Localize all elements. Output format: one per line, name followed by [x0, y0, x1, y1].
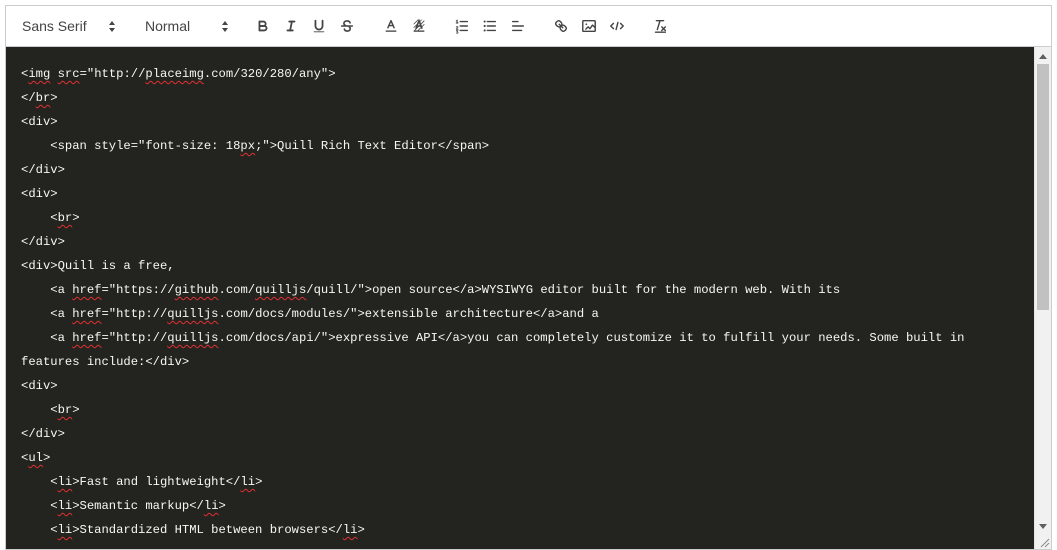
code-line: </div> [21, 235, 65, 249]
code-line: <div>Quill is a free, [21, 259, 175, 273]
code-line: </div> [21, 427, 65, 441]
font-picker[interactable]: Sans Serif [22, 15, 116, 37]
code-line: <li>Semantic markup</li> [21, 499, 226, 513]
size-picker[interactable]: Normal [145, 15, 229, 37]
clear-format-icon [654, 19, 667, 33]
code-line: <a href="https://github.com/quilljs/quil… [21, 283, 841, 297]
editor-toolbar: Sans Serif Normal [6, 6, 1051, 47]
align-left-button[interactable] [508, 16, 528, 36]
html-source-code: <img src="http://placeimg.com/320/280/an… [21, 62, 965, 542]
scroll-thumb[interactable] [1037, 64, 1049, 310]
code-line: </br> [21, 91, 58, 105]
strikethrough-button[interactable] [337, 16, 357, 36]
font-picker-label: Sans Serif [22, 18, 87, 34]
strikethrough-icon [340, 20, 354, 32]
image-button[interactable] [579, 16, 599, 36]
scroll-down-arrow-icon[interactable] [1039, 524, 1047, 529]
code-line: <div> [21, 379, 58, 393]
code-line: </div> [21, 163, 65, 177]
code-line: <a href="http://quilljs.com/docs/modules… [21, 307, 599, 321]
picker-caret-icon [222, 21, 228, 32]
code-line: <ul> [21, 451, 51, 465]
image-icon [582, 19, 596, 33]
code-icon [610, 21, 624, 31]
code-line: <br> [21, 211, 80, 225]
bold-icon [258, 20, 268, 32]
rich-text-editor: Sans Serif Normal <img src="http://place… [5, 5, 1052, 550]
italic-button[interactable] [281, 16, 301, 36]
resize-handle-icon[interactable] [1038, 536, 1050, 548]
code-line: <div> [21, 187, 58, 201]
clear-format-button[interactable] [650, 16, 670, 36]
link-icon [554, 19, 568, 33]
scroll-up-arrow-icon[interactable] [1039, 54, 1047, 59]
bold-button[interactable] [253, 16, 273, 36]
ordered-list-icon [455, 19, 469, 34]
size-picker-label: Normal [145, 18, 191, 34]
text-color-button[interactable] [381, 16, 401, 36]
ordered-list-button[interactable] [452, 16, 472, 36]
code-view-button[interactable] [607, 16, 627, 36]
picker-caret-icon [109, 21, 115, 32]
code-line: <div> [21, 115, 58, 129]
highlight-button[interactable] [409, 16, 429, 36]
code-line: <li>Fast and lightweight</li> [21, 475, 263, 489]
vertical-scrollbar[interactable] [1034, 47, 1051, 549]
italic-icon [286, 20, 296, 32]
html-source-view[interactable]: <img src="http://placeimg.com/320/280/an… [6, 47, 1035, 549]
code-line: <span style="font-size: 18px;">Quill Ric… [21, 139, 490, 153]
underline-button[interactable] [309, 16, 329, 36]
bullet-list-icon [483, 20, 497, 32]
code-line: <img src="http://placeimg.com/320/280/an… [21, 67, 336, 81]
highlight-icon [413, 18, 425, 32]
code-line: features include:</div> [21, 355, 190, 369]
align-left-icon [511, 20, 525, 32]
bullet-list-button[interactable] [480, 16, 500, 36]
text-color-icon [385, 19, 397, 32]
underline-icon [313, 19, 325, 33]
code-line: <li>Standardized HTML between browsers</… [21, 523, 365, 537]
code-line: <br> [21, 403, 80, 417]
code-line: <a href="http://quilljs.com/docs/api/">e… [21, 331, 965, 345]
link-button[interactable] [551, 16, 571, 36]
